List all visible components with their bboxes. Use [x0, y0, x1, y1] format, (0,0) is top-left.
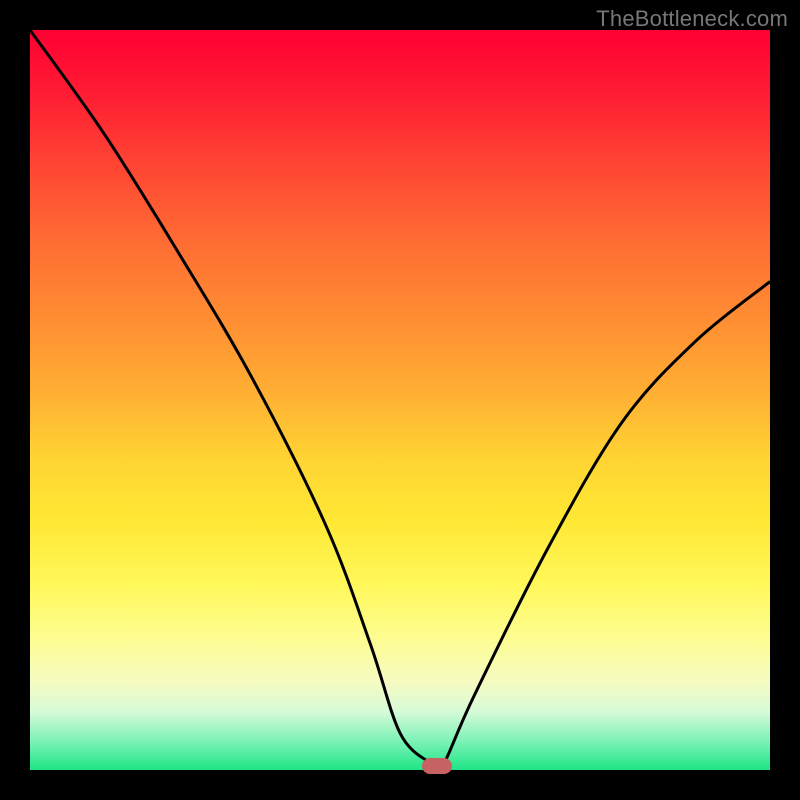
watermark-text: TheBottleneck.com [596, 6, 788, 32]
bottleneck-curve [30, 30, 770, 770]
curve-path [30, 30, 770, 768]
optimal-point-marker [422, 758, 452, 774]
plot-area [30, 30, 770, 770]
chart-frame: TheBottleneck.com [0, 0, 800, 800]
